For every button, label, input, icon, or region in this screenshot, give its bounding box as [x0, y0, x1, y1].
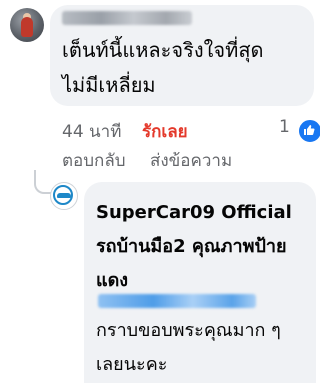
- comment-text: เต็นท์นี้แหละจริงใจที่สุด ไม่มีเหลี่ยม: [62, 38, 264, 97]
- reaction-count[interactable]: 1: [279, 117, 290, 137]
- car-logo-icon: [57, 193, 71, 198]
- commenter-avatar[interactable]: [10, 8, 44, 42]
- reply-bubble: SuperCar09 Official รถบ้านมือ2 คุณภาพป้า…: [84, 182, 316, 383]
- reply-thread-line: [34, 170, 52, 194]
- comment-bubble: เต็นท์นี้แหละจริงใจที่สุด ไม่มีเหลี่ยม: [50, 5, 314, 106]
- thumbs-up-glyph: [304, 125, 315, 135]
- reply-button[interactable]: ตอบกลับ: [62, 147, 126, 174]
- reply-author-name[interactable]: SuperCar09 Official รถบ้านมือ2 คุณภาพป้า…: [96, 196, 311, 298]
- page-avatar[interactable]: [50, 182, 78, 210]
- send-message-button[interactable]: ส่งข้อความ: [150, 147, 232, 174]
- like-button[interactable]: รักเลย: [142, 118, 188, 145]
- tagged-user-link-redacted[interactable]: [98, 294, 256, 308]
- avatar-figure: [21, 17, 33, 37]
- like-icon[interactable]: [297, 118, 320, 144]
- reply-text: กราบขอบพระคุณมาก ๆ เลยนะคะ: [96, 320, 281, 375]
- comment-timestamp[interactable]: 44 นาที: [62, 118, 121, 145]
- commenter-name-redacted[interactable]: [62, 11, 192, 25]
